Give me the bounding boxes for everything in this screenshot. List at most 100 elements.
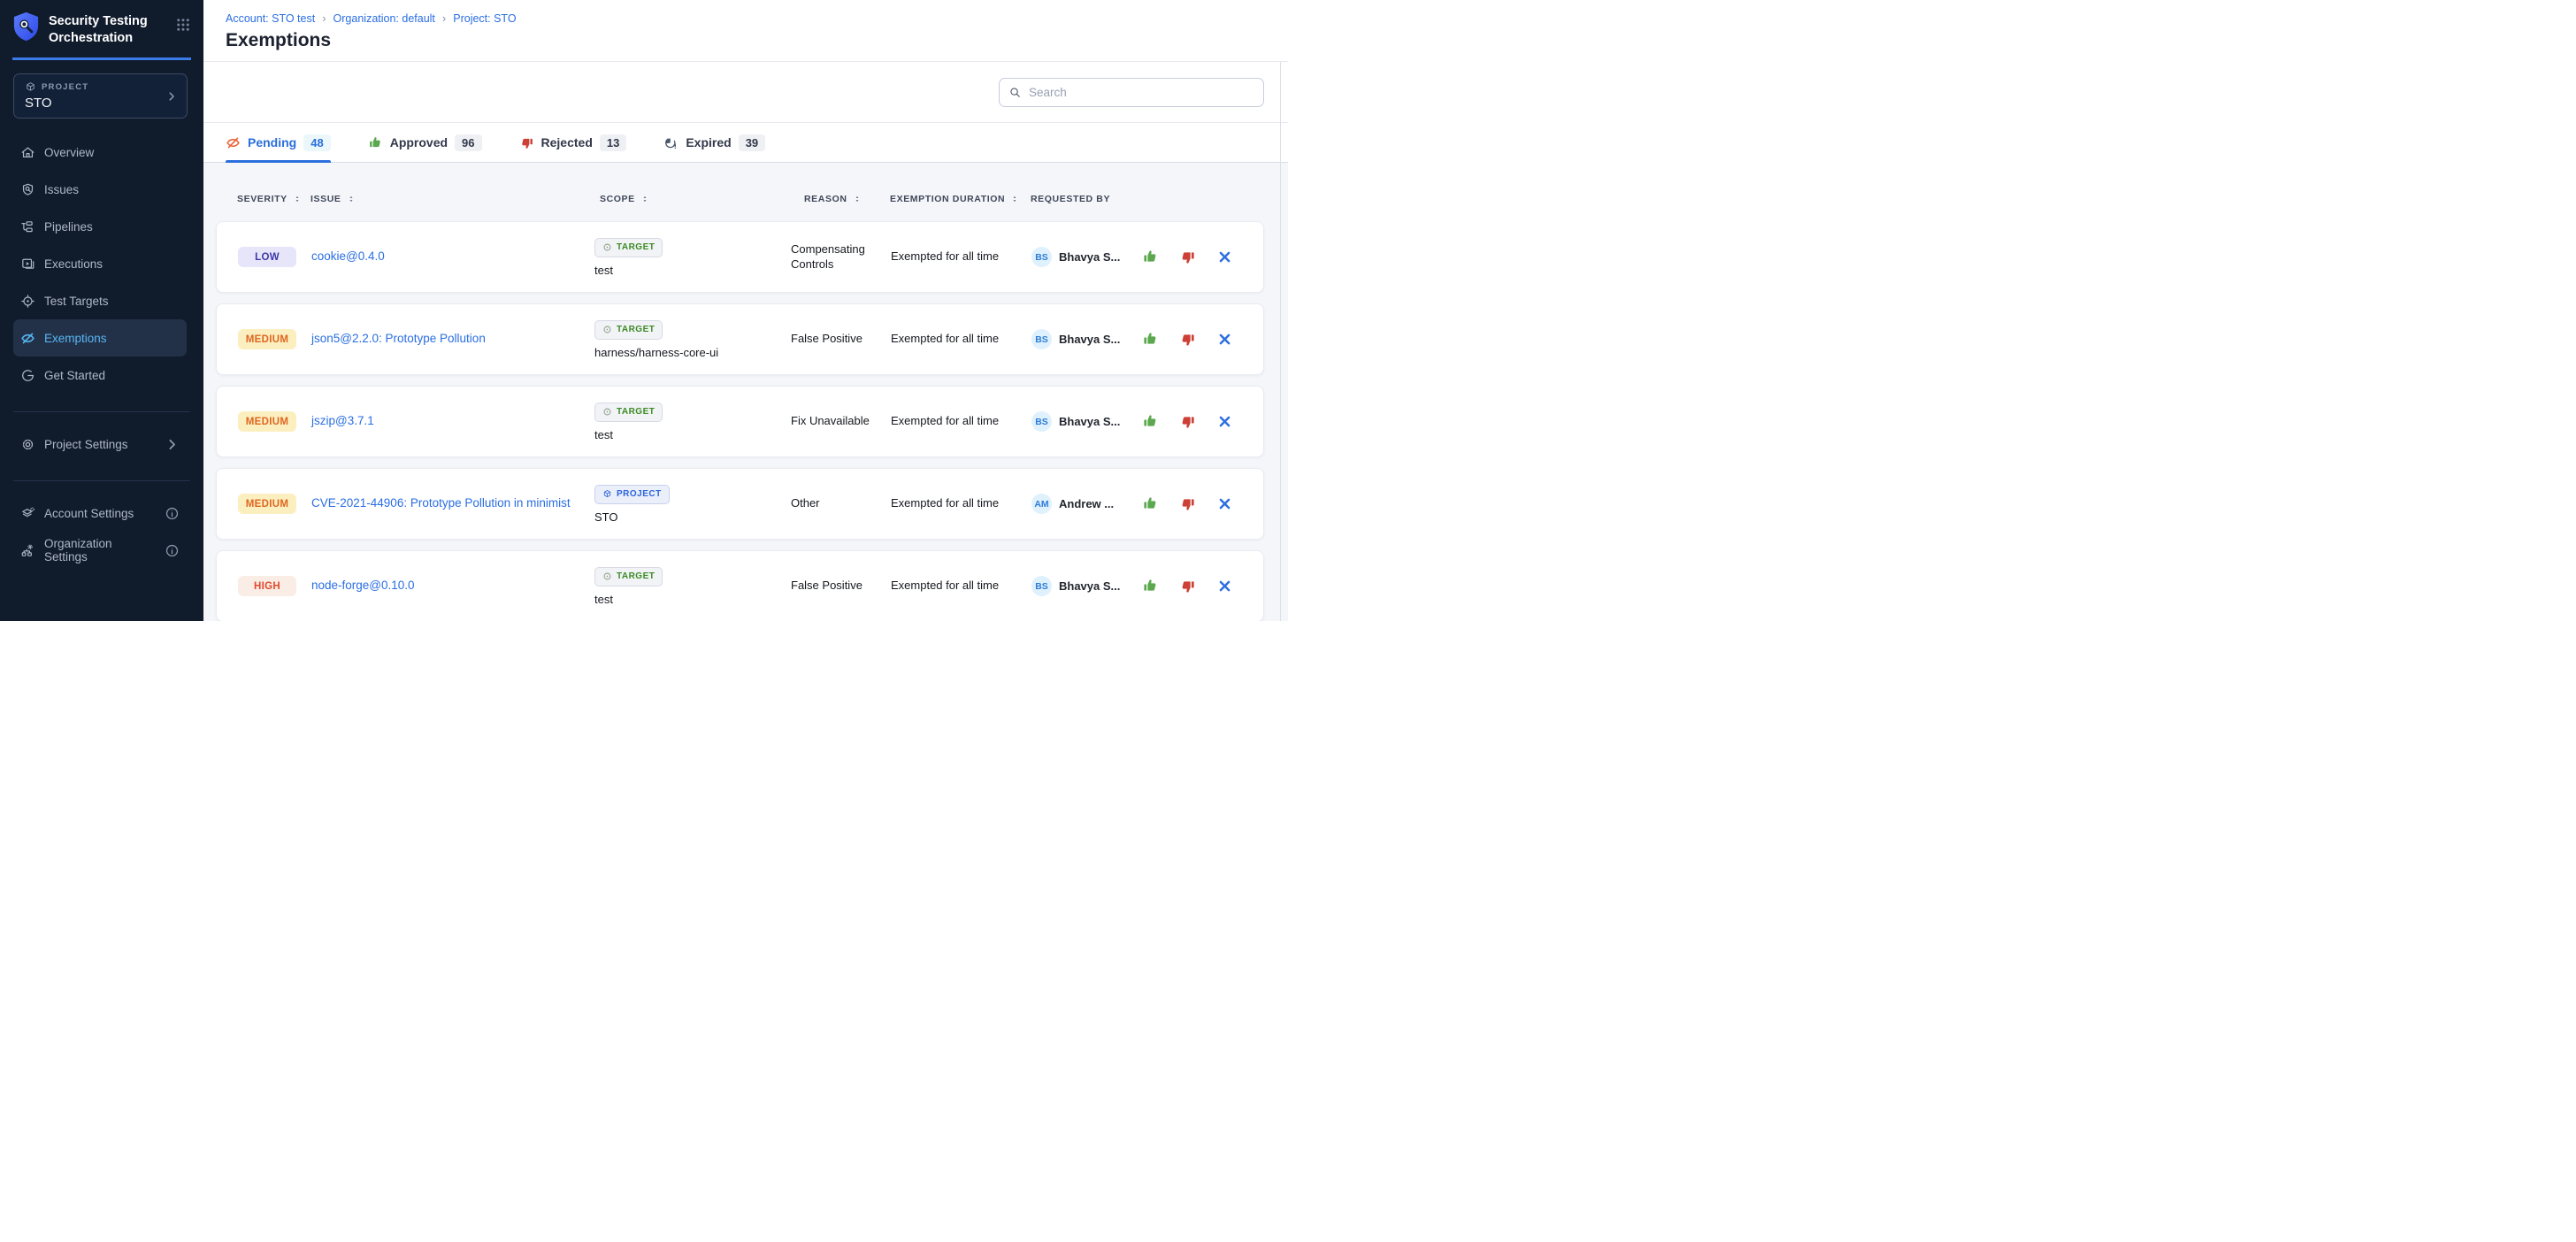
sidebar-item-label: Executions: [44, 257, 103, 271]
layers-gear-icon: [20, 506, 35, 521]
sidebar-item-executions[interactable]: Executions: [13, 245, 187, 282]
sidebar-item-label: Organization Settings: [44, 537, 156, 564]
sidebar-item-exemptions[interactable]: Exemptions: [13, 319, 187, 356]
breadcrumb-link-account-sto-test[interactable]: Account: STO test: [226, 12, 315, 25]
column-header-scope[interactable]: SCOPE: [594, 193, 790, 205]
breadcrumb-link-organization-default[interactable]: Organization: default: [334, 12, 435, 25]
issue-cell: cookie@0.4.0: [311, 248, 594, 266]
reject-button[interactable]: [1179, 331, 1196, 348]
sidebar-item-account-settings[interactable]: Account Settings: [13, 494, 187, 532]
sidebar-item-label: Test Targets: [44, 295, 109, 308]
tab-count-badge: 13: [600, 134, 626, 151]
issue-link[interactable]: jszip@3.7.1: [311, 412, 594, 431]
search-input[interactable]: [1029, 86, 1254, 99]
row-actions: [1142, 331, 1263, 348]
x-icon: [1216, 249, 1233, 265]
cancel-button[interactable]: [1216, 413, 1233, 430]
approve-button[interactable]: [1142, 249, 1159, 265]
column-header-label: EXEMPTION DURATION: [890, 194, 1005, 204]
scope-cell: TARGETtest: [594, 402, 791, 441]
issue-link[interactable]: CVE-2021-44906: Prototype Pollution in m…: [311, 494, 594, 513]
column-header-exemption-duration[interactable]: EXEMPTION DURATION: [890, 193, 1031, 205]
duration-text: Exempted for all time: [891, 496, 1031, 511]
chevron-right-icon: [165, 90, 178, 103]
get-started-icon: [20, 368, 35, 383]
x-icon: [1216, 495, 1233, 512]
table-row: LOWcookie@0.4.0TARGETtestCompensating Co…: [216, 221, 1264, 293]
cancel-button[interactable]: [1216, 495, 1233, 512]
column-header-severity[interactable]: SEVERITY: [237, 193, 310, 205]
sidebar-item-get-started[interactable]: Get Started: [13, 356, 187, 394]
approve-button[interactable]: [1142, 331, 1159, 348]
sidebar-item-project-settings[interactable]: Project Settings: [13, 426, 187, 463]
info-icon[interactable]: [165, 506, 180, 521]
tab-approved[interactable]: Approved96: [368, 123, 482, 163]
tab-label: Approved: [390, 135, 448, 150]
approve-button[interactable]: [1142, 578, 1159, 594]
sidebar-item-label: Account Settings: [44, 507, 134, 520]
issue-cell: CVE-2021-44906: Prototype Pollution in m…: [311, 494, 594, 513]
table-row: MEDIUMjson5@2.2.0: Prototype PollutionTA…: [216, 303, 1264, 375]
tab-expired[interactable]: Expired39: [663, 123, 765, 163]
thumb-up-icon: [368, 135, 383, 150]
clock-expired-icon: [663, 135, 678, 150]
column-header-label: ISSUE: [310, 194, 341, 204]
chevron-right-icon: [165, 437, 180, 452]
exemptions-table: SEVERITYISSUE SCOPEREASONEXEMPTION DURATI…: [203, 163, 1288, 621]
reason-text: False Positive: [791, 332, 891, 347]
sidebar-item-pipelines[interactable]: Pipelines: [13, 208, 187, 245]
sidebar-item-issues[interactable]: Issues: [13, 171, 187, 208]
thumb-up-icon: [1142, 495, 1159, 512]
column-header-reason[interactable]: REASON: [790, 193, 890, 205]
cancel-button[interactable]: [1216, 249, 1233, 265]
scope-type-label: TARGET: [617, 242, 655, 252]
issue-cell: jszip@3.7.1: [311, 412, 594, 431]
reject-button[interactable]: [1179, 413, 1196, 430]
row-actions: [1142, 578, 1263, 594]
severity-cell: HIGH: [238, 576, 311, 596]
sidebar-item-label: Overview: [44, 146, 94, 159]
sidebar-item-label: Exemptions: [44, 332, 107, 345]
reject-button[interactable]: [1179, 495, 1196, 512]
approve-button[interactable]: [1142, 413, 1159, 430]
thumb-down-icon: [1179, 495, 1196, 512]
sidebar-item-overview[interactable]: Overview: [13, 134, 187, 171]
x-icon: [1216, 413, 1233, 430]
column-header-issue[interactable]: ISSUE: [310, 193, 594, 205]
reject-button[interactable]: [1179, 578, 1196, 594]
issue-link[interactable]: node-forge@0.10.0: [311, 577, 594, 595]
project-selector[interactable]: PROJECT STO: [13, 73, 188, 119]
issue-link[interactable]: cookie@0.4.0: [311, 248, 594, 266]
app-switcher-grid-icon[interactable]: [175, 17, 191, 33]
requested-by-cell: BSBhavya S...: [1031, 576, 1142, 596]
thumb-up-icon: [1142, 578, 1159, 594]
brand-row: Security Testing Orchestration: [0, 0, 203, 46]
breadcrumb-link-project-sto[interactable]: Project: STO: [453, 12, 516, 25]
issue-link[interactable]: json5@2.2.0: Prototype Pollution: [311, 330, 594, 349]
info-icon[interactable]: [165, 543, 180, 558]
severity-badge: MEDIUM: [238, 494, 296, 514]
sidebar-item-organization-settings[interactable]: Organization Settings: [13, 532, 187, 569]
scope-type-label: TARGET: [617, 571, 655, 581]
reject-button[interactable]: [1179, 249, 1196, 265]
sidebar-item-test-targets[interactable]: Test Targets: [13, 282, 187, 319]
severity-badge: MEDIUM: [238, 411, 296, 432]
duration-text: Exempted for all time: [891, 249, 1031, 264]
column-header-requested-by[interactable]: REQUESTED BY: [1031, 194, 1141, 204]
cancel-button[interactable]: [1216, 578, 1233, 594]
x-icon: [1216, 331, 1233, 348]
reason-text: Compensating Controls: [791, 242, 891, 272]
tab-pending[interactable]: Pending48: [226, 123, 331, 163]
scope-name: test: [594, 593, 613, 606]
thumb-down-icon: [1179, 331, 1196, 348]
tab-bar: Pending48 Approved96 Rejected13 Expired39: [203, 123, 1288, 163]
approve-button[interactable]: [1142, 495, 1159, 512]
cancel-button[interactable]: [1216, 331, 1233, 348]
search-box: [999, 78, 1264, 107]
target-ring-icon: [602, 242, 612, 252]
sidebar-divider: [13, 411, 190, 412]
tab-rejected[interactable]: Rejected13: [519, 123, 627, 163]
avatar: BS: [1031, 411, 1052, 432]
gear-icon: [20, 437, 35, 452]
requested-by-cell: BSBhavya S...: [1031, 329, 1142, 349]
